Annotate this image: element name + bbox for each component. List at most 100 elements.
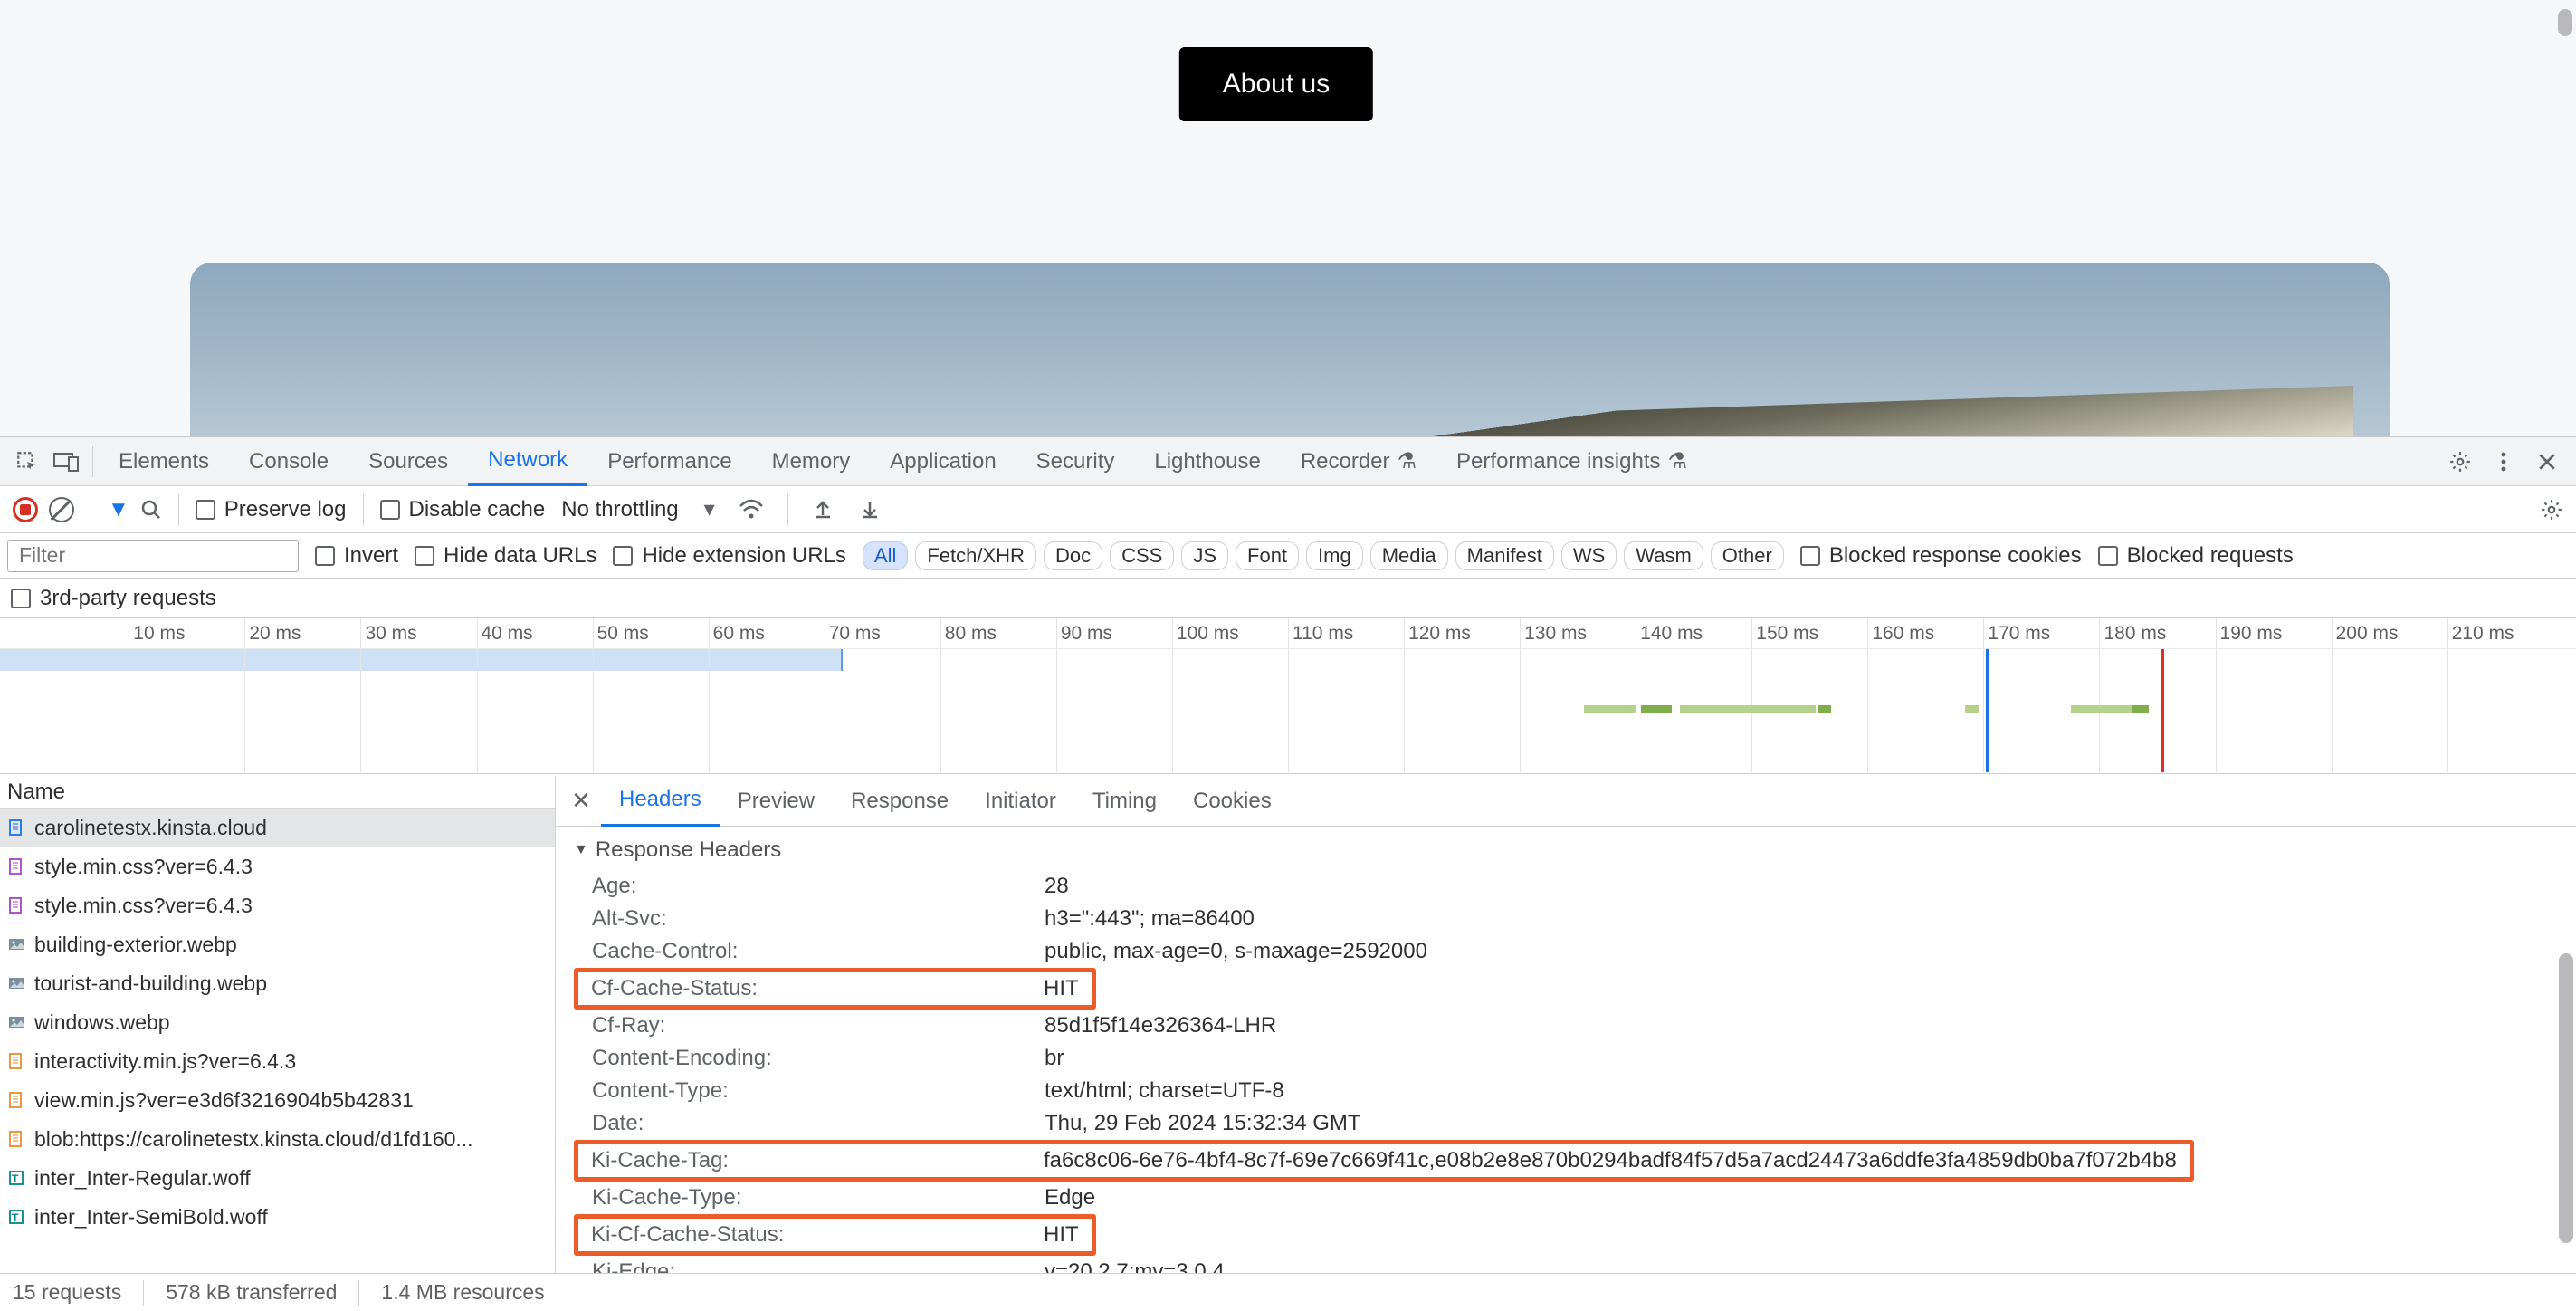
request-row[interactable]: interactivity.min.js?ver=6.4.3: [0, 1042, 555, 1081]
timeline-tick: 50 ms: [593, 618, 649, 648]
filter-toggle-icon[interactable]: ▼: [108, 497, 129, 522]
device-toggle-icon[interactable]: [47, 442, 87, 482]
disable-cache-checkbox[interactable]: Disable cache: [380, 497, 546, 522]
request-row[interactable]: tourist-and-building.webp: [0, 964, 555, 1003]
request-row[interactable]: style.min.css?ver=6.4.3: [0, 886, 555, 925]
network-status-bar: 15 requests 578 kB transferred 1.4 MB re…: [0, 1273, 2576, 1311]
js-file-icon: [7, 1052, 25, 1070]
name-column-header[interactable]: Name: [0, 776, 555, 809]
tab-sources[interactable]: Sources: [348, 437, 468, 486]
record-button[interactable]: [13, 497, 38, 522]
page-scrollbar[interactable]: [2552, 0, 2576, 436]
tab-performance[interactable]: Performance: [587, 437, 751, 486]
tab-network[interactable]: Network: [468, 437, 587, 486]
page-viewport: About us: [0, 0, 2552, 436]
blocked-requests-checkbox[interactable]: Blocked requests: [2098, 543, 2294, 569]
detail-tab-headers[interactable]: Headers: [601, 776, 720, 827]
tab-memory[interactable]: Memory: [752, 437, 871, 486]
tab-lighthouse[interactable]: Lighthouse: [1134, 437, 1280, 486]
tab-console[interactable]: Console: [229, 437, 348, 486]
upload-har-icon[interactable]: [812, 499, 834, 521]
header-key: Ki-Cf-Cache-Status:: [591, 1222, 1044, 1248]
header-value: 28: [1045, 874, 2558, 899]
network-conditions-icon[interactable]: [739, 499, 764, 521]
hide-extension-urls-checkbox[interactable]: Hide extension URLs: [613, 543, 845, 569]
request-row[interactable]: building-exterior.webp: [0, 925, 555, 964]
filter-type-manifest[interactable]: Manifest: [1455, 541, 1554, 570]
filter-type-img[interactable]: Img: [1306, 541, 1363, 570]
detail-tab-timing[interactable]: Timing: [1074, 776, 1175, 827]
filter-type-fetchxhr[interactable]: Fetch/XHR: [915, 541, 1036, 570]
third-party-checkbox[interactable]: 3rd-party requests: [11, 586, 216, 611]
header-key: Cf-Cache-Status:: [591, 976, 1044, 1001]
network-settings-icon[interactable]: [2540, 498, 2563, 522]
header-key: Ki-Cache-Tag:: [591, 1148, 1044, 1173]
detail-tab-preview[interactable]: Preview: [720, 776, 833, 827]
tab-security[interactable]: Security: [1016, 437, 1135, 486]
header-row: Ki-Cf-Cache-Status:HIT: [574, 1214, 1096, 1256]
filter-type-doc[interactable]: Doc: [1044, 541, 1102, 570]
filter-type-wasm[interactable]: Wasm: [1624, 541, 1703, 570]
timeline-tick: 30 ms: [360, 618, 416, 648]
settings-icon[interactable]: [2440, 442, 2480, 482]
detail-tab-initiator[interactable]: Initiator: [967, 776, 1074, 827]
request-row[interactable]: style.min.css?ver=6.4.3: [0, 847, 555, 886]
doc-file-icon: [7, 818, 25, 837]
filter-input[interactable]: [7, 540, 299, 572]
devtools-tabs: Elements Console Sources Network Perform…: [0, 437, 2576, 486]
throttling-select[interactable]: No throttling▾: [556, 494, 720, 524]
download-har-icon[interactable]: [859, 499, 881, 521]
network-toolbar: ▼ Preserve log Disable cache No throttli…: [0, 486, 2576, 533]
filter-type-ws[interactable]: WS: [1561, 541, 1617, 570]
waterfall-overview[interactable]: 10 ms20 ms30 ms40 ms50 ms60 ms70 ms80 ms…: [0, 618, 2576, 774]
tab-elements[interactable]: Elements: [99, 437, 229, 486]
filter-type-css[interactable]: CSS: [1110, 541, 1174, 570]
header-key: Cf-Ray:: [592, 1013, 1045, 1038]
filter-type-media[interactable]: Media: [1370, 541, 1448, 570]
header-value: Edge: [1045, 1185, 2558, 1211]
header-value: Thu, 29 Feb 2024 15:32:34 GMT: [1045, 1111, 2558, 1136]
tab-recorder[interactable]: Recorder⚗: [1281, 437, 1436, 486]
close-detail-icon[interactable]: ✕: [561, 787, 601, 815]
filter-type-all[interactable]: All: [863, 541, 908, 570]
invert-checkbox[interactable]: Invert: [315, 543, 398, 569]
hide-data-urls-checkbox[interactable]: Hide data URLs: [415, 543, 596, 569]
request-row[interactable]: Tinter_Inter-Regular.woff: [0, 1159, 555, 1198]
css-file-icon: [7, 896, 25, 914]
detail-tab-cookies[interactable]: Cookies: [1175, 776, 1290, 827]
tab-application[interactable]: Application: [870, 437, 1016, 486]
header-value: h3=":443"; ma=86400: [1045, 906, 2558, 932]
header-key: Age:: [592, 874, 1045, 899]
blocked-cookies-checkbox[interactable]: Blocked response cookies: [1800, 543, 2082, 569]
response-headers-expander[interactable]: ▼Response Headers: [556, 830, 2576, 870]
timeline-tick: 60 ms: [709, 618, 765, 648]
filter-type-other[interactable]: Other: [1711, 541, 1784, 570]
font-file-icon: T: [7, 1169, 25, 1187]
request-row[interactable]: view.min.js?ver=e3d6f3216904b5b42831: [0, 1081, 555, 1120]
request-row[interactable]: carolinetestx.kinsta.cloud: [0, 809, 555, 847]
timeline-tick: 210 ms: [2447, 618, 2514, 648]
inspect-element-icon[interactable]: [7, 442, 47, 482]
timeline-tick: 90 ms: [1056, 618, 1112, 648]
filter-type-font[interactable]: Font: [1236, 541, 1299, 570]
request-row[interactable]: Tinter_Inter-SemiBold.woff: [0, 1198, 555, 1237]
timeline-tick: 20 ms: [244, 618, 301, 648]
close-devtools-icon[interactable]: [2527, 442, 2567, 482]
header-row: Ki-Cache-Tag:fa6c8c06-6e76-4bf4-8c7f-69e…: [574, 1140, 2194, 1182]
about-us-button[interactable]: About us: [1179, 47, 1373, 121]
clear-button[interactable]: [49, 497, 74, 522]
detail-scrollbar[interactable]: [2552, 827, 2576, 1273]
request-row[interactable]: windows.webp: [0, 1003, 555, 1042]
request-name: windows.webp: [34, 1010, 555, 1035]
more-icon[interactable]: [2484, 442, 2524, 482]
request-name: tourist-and-building.webp: [34, 971, 555, 996]
preserve-log-checkbox[interactable]: Preserve log: [196, 497, 347, 522]
header-row: Alt-Svc:h3=":443"; ma=86400: [556, 903, 2576, 935]
detail-tab-response[interactable]: Response: [833, 776, 967, 827]
request-name: view.min.js?ver=e3d6f3216904b5b42831: [34, 1088, 555, 1113]
tab-perf-insights[interactable]: Performance insights⚗: [1436, 437, 1707, 486]
header-row: Age:28: [556, 870, 2576, 903]
search-icon[interactable]: [140, 499, 162, 521]
filter-type-js[interactable]: JS: [1181, 541, 1228, 570]
request-row[interactable]: blob:https://carolinetestx.kinsta.cloud/…: [0, 1120, 555, 1159]
